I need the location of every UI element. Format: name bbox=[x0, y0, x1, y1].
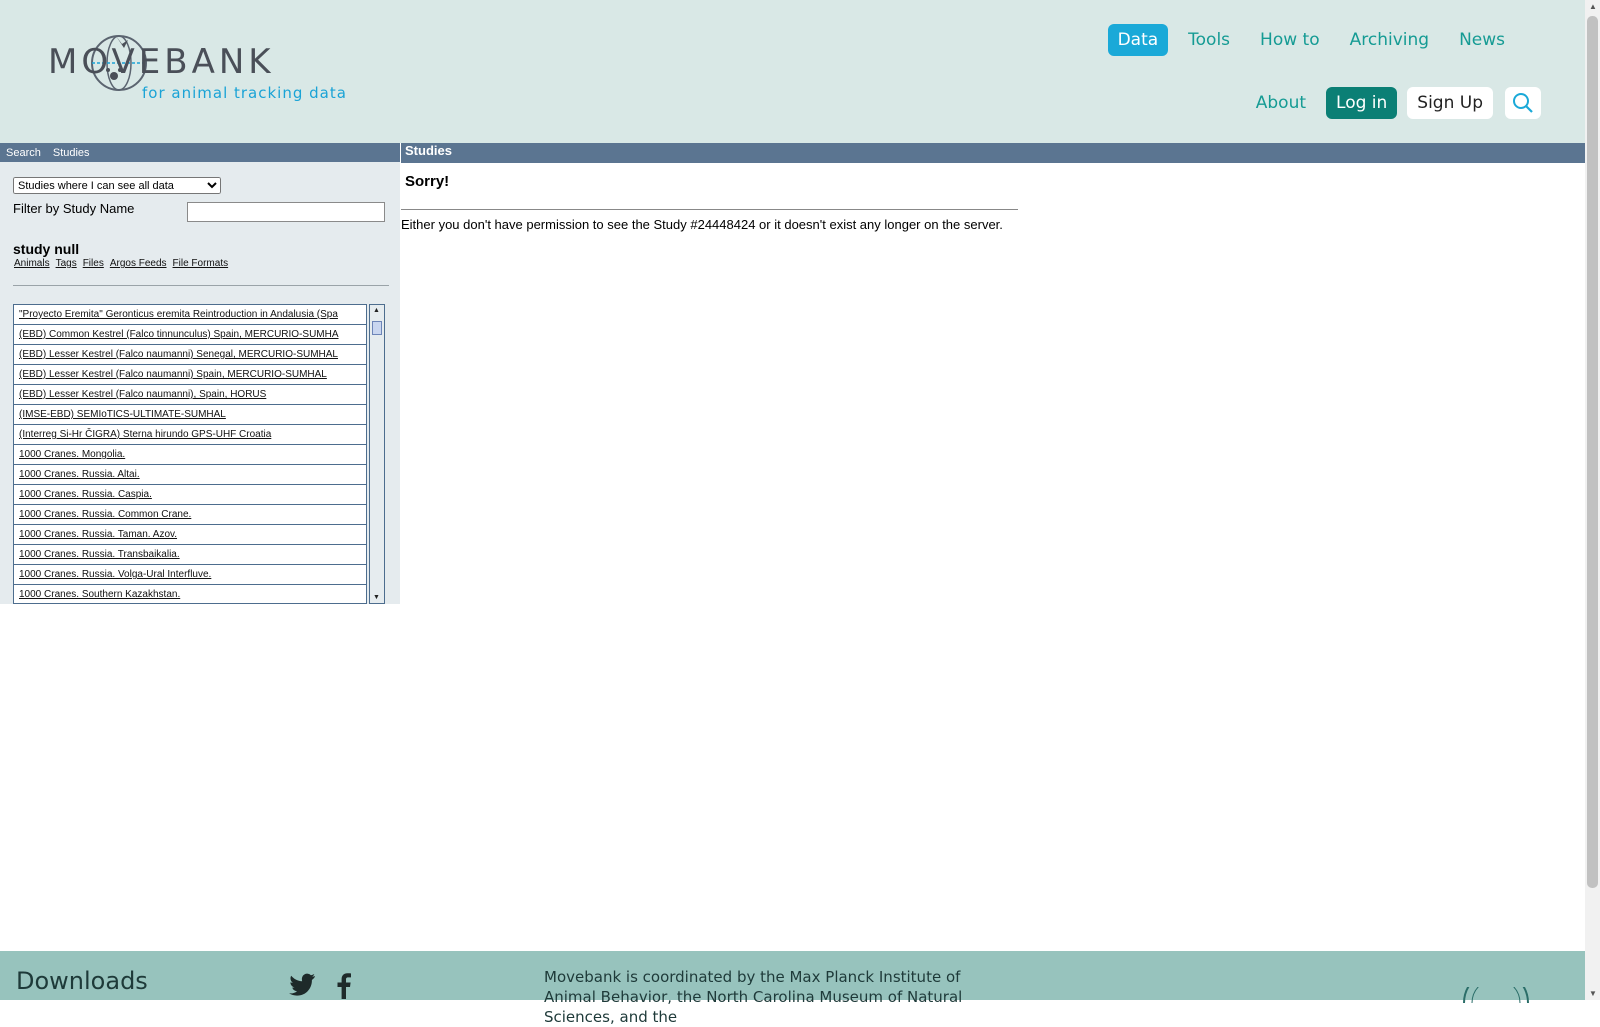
list-item[interactable]: 1000 Cranes. Russia. Transbaikalia. bbox=[14, 545, 366, 565]
scroll-thumb[interactable] bbox=[372, 321, 382, 335]
institution-seal-icon bbox=[1463, 987, 1529, 1003]
list-item[interactable]: 1000 Cranes. Mongolia. bbox=[14, 445, 366, 465]
nav-news[interactable]: News bbox=[1449, 24, 1515, 56]
movebank-logo[interactable]: MOVEBANK for animal tracking data bbox=[48, 28, 348, 108]
link-argos-feeds[interactable]: Argos Feeds bbox=[110, 258, 167, 269]
scroll-up-icon[interactable]: ▲ bbox=[1589, 2, 1597, 11]
tab-studies[interactable]: Studies bbox=[53, 147, 90, 159]
page-scrollbar[interactable]: ▲ ▼ bbox=[1585, 0, 1600, 1000]
list-item[interactable]: "Proyecto Eremita" Geronticus eremita Re… bbox=[14, 305, 366, 325]
page-scroll-thumb[interactable] bbox=[1587, 16, 1598, 888]
list-item[interactable]: 1000 Cranes. Russia. Taman. Azov. bbox=[14, 525, 366, 545]
footer-coordination-text: Movebank is coordinated by the Max Planc… bbox=[544, 968, 963, 1026]
divider bbox=[13, 285, 389, 286]
nav-archiving[interactable]: Archiving bbox=[1340, 24, 1439, 56]
list-item[interactable]: (Interreg Si-Hr ČIGRA) Sterna hirundo GP… bbox=[14, 425, 366, 445]
list-item[interactable]: 1000 Cranes. Russia. Altai. bbox=[14, 465, 366, 485]
list-item[interactable]: (EBD) Lesser Kestrel (Falco naumanni), S… bbox=[14, 385, 366, 405]
divider bbox=[401, 209, 1018, 210]
facebook-icon[interactable] bbox=[336, 973, 352, 999]
login-button[interactable]: Log in bbox=[1326, 87, 1398, 119]
filter-study-name-input[interactable] bbox=[187, 202, 385, 222]
tab-search[interactable]: Search bbox=[6, 147, 41, 159]
left-panel-tabs: Search Studies bbox=[0, 143, 400, 162]
site-footer: Downloads Movebank is coordinated by the… bbox=[0, 951, 1585, 1026]
list-item[interactable]: (EBD) Common Kestrel (Falco tinnunculus)… bbox=[14, 325, 366, 345]
scroll-down-icon[interactable]: ▼ bbox=[373, 594, 380, 601]
primary-nav: Data Tools How to Archiving News bbox=[1098, 24, 1515, 56]
link-file-formats[interactable]: File Formats bbox=[173, 258, 229, 269]
nav-how-to[interactable]: How to bbox=[1250, 24, 1330, 56]
list-item[interactable]: 1000 Cranes. Southern Kazakhstan. bbox=[14, 585, 366, 603]
list-item[interactable]: (EBD) Lesser Kestrel (Falco naumanni) Se… bbox=[14, 345, 366, 365]
social-links bbox=[288, 973, 352, 999]
logo-tagline: for animal tracking data bbox=[142, 84, 347, 102]
nav-data[interactable]: Data bbox=[1107, 24, 1169, 56]
study-title: study null bbox=[13, 241, 80, 257]
list-item[interactable]: (IMSE-EBD) SEMIoTICS-ULTIMATE-SUMHAL bbox=[14, 405, 366, 425]
study-view-select[interactable]: Studies where I can see all data bbox=[13, 177, 221, 194]
nav-tools[interactable]: Tools bbox=[1178, 24, 1240, 56]
list-item[interactable]: 1000 Cranes. Russia. Volga-Ural Interflu… bbox=[14, 565, 366, 585]
scroll-down-icon[interactable]: ▼ bbox=[1589, 989, 1597, 998]
error-message: Either you don't have permission to see … bbox=[401, 217, 1003, 232]
error-title: Sorry! bbox=[405, 173, 450, 190]
study-list-scrollbar[interactable]: ▲ ▼ bbox=[369, 304, 385, 604]
study-links: Animals Tags Files Argos Feeds File Form… bbox=[14, 258, 228, 269]
downloads-heading[interactable]: Downloads bbox=[16, 967, 148, 995]
logo-wordmark: MOVEBANK bbox=[48, 42, 275, 82]
search-button[interactable] bbox=[1505, 87, 1541, 119]
signup-button[interactable]: Sign Up bbox=[1407, 87, 1493, 119]
filter-label: Filter by Study Name bbox=[13, 201, 135, 216]
link-files[interactable]: Files bbox=[83, 258, 104, 269]
scroll-up-icon[interactable]: ▲ bbox=[373, 307, 380, 314]
twitter-icon[interactable] bbox=[288, 973, 316, 997]
site-header: MOVEBANK for animal tracking data Data T… bbox=[0, 0, 1585, 143]
study-list: "Proyecto Eremita" Geronticus eremita Re… bbox=[13, 304, 367, 604]
secondary-nav: About Log in Sign Up bbox=[1236, 87, 1541, 119]
list-item[interactable]: (EBD) Lesser Kestrel (Falco naumanni) Sp… bbox=[14, 365, 366, 385]
search-icon bbox=[1513, 93, 1533, 113]
link-tags[interactable]: Tags bbox=[56, 258, 77, 269]
nav-about[interactable]: About bbox=[1246, 87, 1316, 119]
list-item[interactable]: 1000 Cranes. Russia. Caspia. bbox=[14, 485, 366, 505]
study-browser-panel: Search Studies Studies where I can see a… bbox=[0, 143, 400, 604]
link-animals[interactable]: Animals bbox=[14, 258, 50, 269]
main-panel-header: Studies bbox=[401, 143, 1585, 163]
list-item[interactable]: 1000 Cranes. Russia. Common Crane. bbox=[14, 505, 366, 525]
